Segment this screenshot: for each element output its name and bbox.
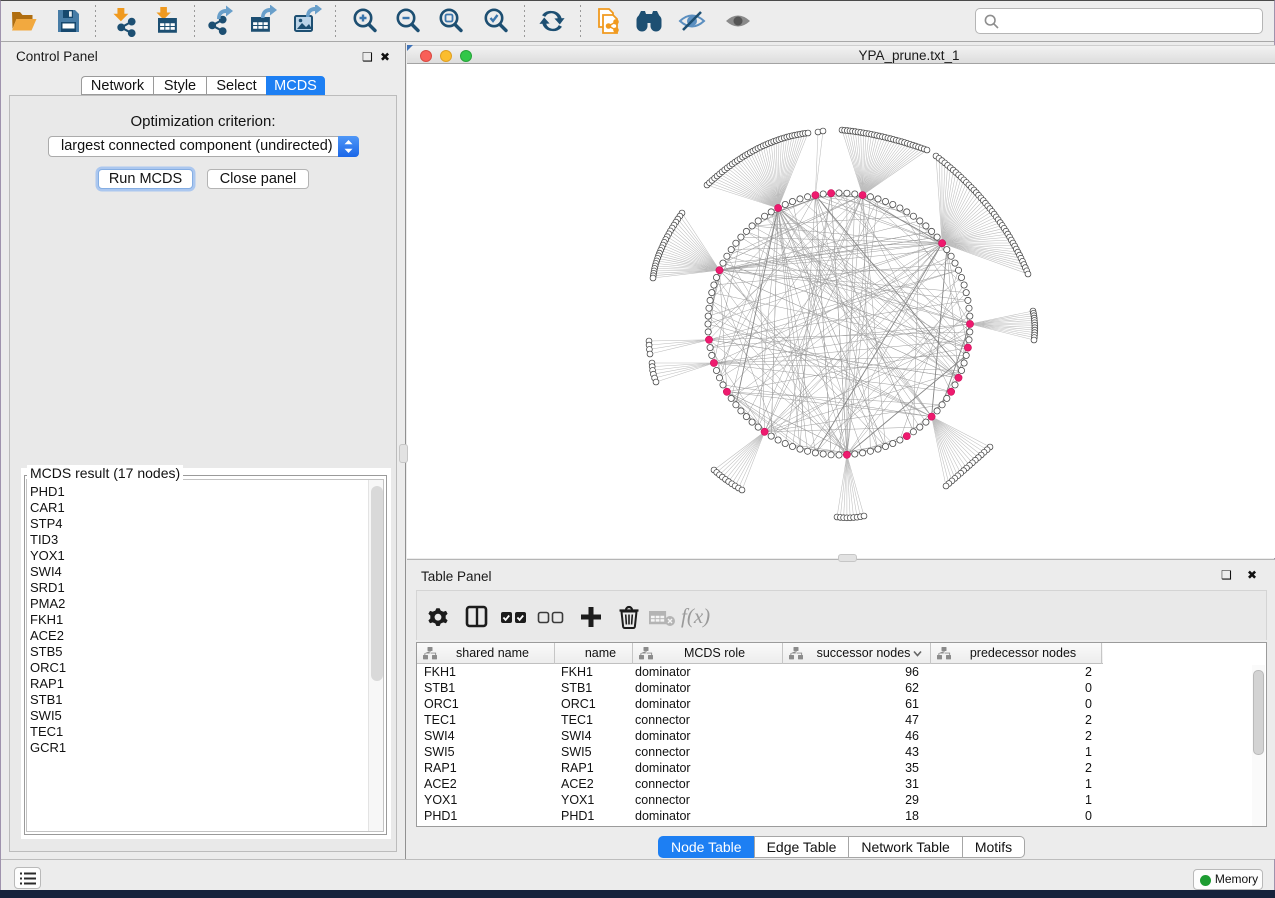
svg-text:f(x): f(x) <box>681 604 710 628</box>
